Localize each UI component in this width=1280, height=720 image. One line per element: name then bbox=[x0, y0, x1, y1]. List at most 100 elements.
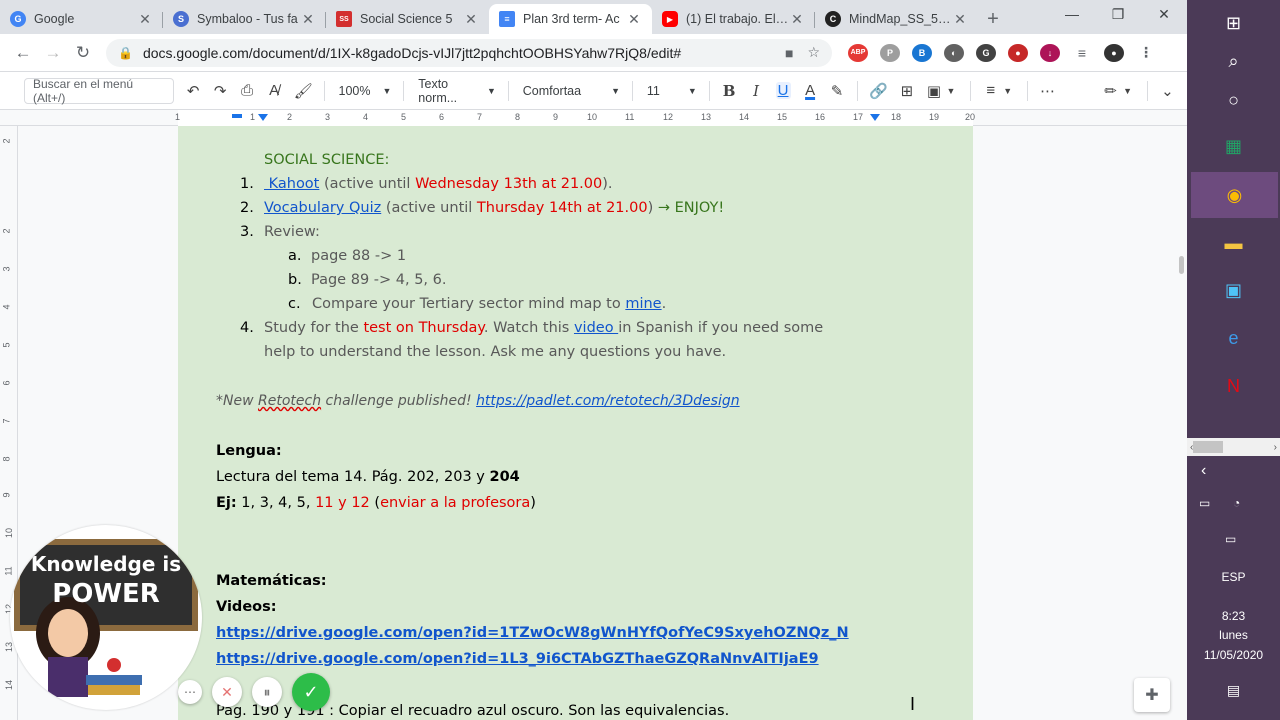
drive-video-link-1[interactable]: https://drive.google.com/open?id=1TZwOcW… bbox=[216, 625, 849, 641]
explore-icon: ✚ bbox=[1145, 687, 1159, 704]
font-select[interactable]: Comfortaa ▼ bbox=[523, 84, 620, 98]
align-icon[interactable]: ≡ bbox=[983, 82, 998, 99]
media-icon[interactable]: ≡ bbox=[1072, 44, 1092, 62]
adblock-icon[interactable]: ABP bbox=[848, 43, 868, 62]
close-icon[interactable]: ✕ bbox=[300, 11, 316, 28]
bold-button[interactable]: B bbox=[722, 82, 737, 100]
align-caret-icon[interactable]: ▼ bbox=[1000, 86, 1015, 96]
print-icon[interactable]: ⎙ bbox=[240, 82, 255, 99]
star-icon[interactable]: ☆ bbox=[807, 44, 820, 61]
link-icon[interactable]: 🔗 bbox=[869, 82, 888, 100]
more-icon[interactable]: ⋯ bbox=[1040, 82, 1055, 100]
edit-mode-caret-icon[interactable]: ▼ bbox=[1120, 86, 1135, 96]
font-size-select[interactable]: 11 ▼ bbox=[647, 84, 697, 98]
reload-icon[interactable]: ↻ bbox=[68, 43, 98, 63]
retotech-note: *New Retotech challenge published! https… bbox=[216, 393, 740, 409]
extension-red-icon[interactable]: ● bbox=[1008, 43, 1028, 62]
undo-icon[interactable]: ↶ bbox=[186, 82, 201, 100]
extension-g-icon[interactable]: G bbox=[976, 43, 996, 62]
menu-icon[interactable]: ⋮ bbox=[1136, 44, 1156, 62]
video-link[interactable]: video bbox=[574, 320, 618, 336]
profile-avatar[interactable]: ● bbox=[1104, 43, 1124, 62]
tray-chevron-icon[interactable]: ‹ bbox=[1187, 462, 1280, 480]
extension-circle-icon[interactable]: ◐ bbox=[944, 43, 964, 62]
collapse-toolbar-icon[interactable]: ⌄ bbox=[1160, 82, 1175, 100]
ruler-tick: 15 bbox=[777, 112, 788, 122]
confirm-button[interactable]: ✓ bbox=[292, 673, 330, 711]
vocabulary-quiz-link[interactable]: Vocabulary Quiz bbox=[264, 200, 381, 216]
menu-search-input[interactable]: Buscar en el menú (Alt+/) bbox=[24, 77, 174, 105]
ruler-right-indent[interactable] bbox=[870, 114, 880, 121]
taskbar-scrollbar[interactable]: ‹ › bbox=[1187, 438, 1280, 456]
more-options-button[interactable]: ⋯ bbox=[178, 680, 202, 704]
task-view-icon[interactable]: ○ bbox=[1187, 77, 1280, 123]
pause-button[interactable]: ⏸ bbox=[252, 677, 282, 707]
wifi-icon[interactable]: ◔ bbox=[1187, 496, 1280, 510]
spellcheck-icon[interactable]: A̸ bbox=[267, 82, 282, 99]
edge-icon[interactable]: e bbox=[1187, 315, 1280, 361]
ruler-left-indent[interactable] bbox=[258, 114, 268, 121]
padlet-link[interactable]: https://padlet.com/retotech/3Ddesign bbox=[476, 393, 740, 409]
back-icon[interactable]: ← bbox=[8, 43, 38, 63]
control-panel-icon[interactable]: ▣ bbox=[1187, 267, 1280, 313]
mine-link[interactable]: mine bbox=[625, 296, 661, 312]
sub-list-item: a. page 88 -> 1 bbox=[288, 248, 407, 264]
chrome-icon[interactable]: ◉ bbox=[1191, 172, 1278, 218]
close-window-icon[interactable]: ✕ bbox=[1141, 0, 1187, 30]
excel-icon[interactable]: ▦ bbox=[1187, 123, 1280, 169]
close-icon[interactable]: ✕ bbox=[137, 11, 153, 28]
new-tab-button[interactable]: + bbox=[978, 4, 1008, 34]
ruler-tick: 13 bbox=[4, 641, 15, 653]
extensions: ABP P B ◐ G ● ↓ ≡ ● ⋮ bbox=[848, 43, 1168, 62]
style-select[interactable]: Texto norm... ▼ bbox=[418, 77, 496, 105]
ruler-tick: 14 bbox=[739, 112, 750, 122]
paint-format-icon[interactable]: 🖌 bbox=[294, 82, 313, 100]
horizontal-ruler: 1 1 2 3 4 5 6 7 8 9 10 11 12 13 14 15 16… bbox=[0, 110, 1187, 126]
tab-mindmap[interactable]: C MindMap_SS_5.1_ ✕ bbox=[815, 4, 978, 34]
pinterest-icon[interactable]: P bbox=[880, 43, 900, 62]
zoom-select[interactable]: 100% ▼ bbox=[339, 84, 392, 98]
keyboard-icon[interactable]: ▭ bbox=[1187, 532, 1280, 546]
extension-b-icon[interactable]: B bbox=[912, 43, 932, 62]
document-scrollbar[interactable] bbox=[1177, 126, 1187, 720]
close-icon[interactable]: ✕ bbox=[626, 11, 642, 28]
highlight-icon[interactable]: ✎ bbox=[830, 82, 845, 100]
close-icon[interactable]: ✕ bbox=[952, 11, 968, 28]
redo-icon[interactable]: ↷ bbox=[213, 82, 228, 100]
url-text: docs.google.com/document/d/1IX-k8gadoDcj… bbox=[142, 44, 682, 61]
tab-google[interactable]: G Google ✕ bbox=[0, 4, 163, 34]
lengua-heading: Lengua: bbox=[216, 443, 282, 459]
ruler-first-line-indent[interactable] bbox=[232, 114, 242, 118]
camera-icon[interactable]: ■ bbox=[785, 45, 793, 61]
kahoot-link[interactable]: Kahoot bbox=[264, 176, 320, 192]
clock-time[interactable]: 8:23 bbox=[1187, 609, 1280, 623]
forward-icon[interactable]: → bbox=[38, 43, 68, 63]
notifications-icon[interactable]: ▤ bbox=[1187, 682, 1280, 699]
tab-youtube[interactable]: ▶ (1) El trabajo. El se ✕ bbox=[652, 4, 815, 34]
ruler-tick: 6 bbox=[1, 380, 12, 386]
tab-symbaloo[interactable]: S Symbaloo - Tus fa ✕ bbox=[163, 4, 326, 34]
minimize-icon[interactable]: — bbox=[1049, 0, 1095, 30]
text-color-button[interactable]: A bbox=[803, 82, 818, 99]
close-icon[interactable]: ✕ bbox=[789, 11, 805, 28]
explore-button[interactable]: ✚ bbox=[1134, 678, 1170, 712]
url-input[interactable]: 🔒 docs.google.com/document/d/1IX-k8gadoD… bbox=[106, 38, 832, 67]
document-page[interactable]: SOCIAL SCIENCE: 1. Kahoot (active until … bbox=[178, 126, 973, 720]
comment-icon[interactable]: ⊞ bbox=[899, 82, 914, 100]
cancel-button[interactable]: ✕ bbox=[212, 677, 242, 707]
underline-button[interactable]: U bbox=[775, 82, 791, 99]
file-explorer-icon[interactable]: ▬ bbox=[1187, 220, 1280, 266]
tab-social-science[interactable]: SS Social Science 5 ✕ bbox=[326, 4, 489, 34]
restore-icon[interactable]: ❐ bbox=[1095, 0, 1141, 30]
google-icon: G bbox=[10, 11, 26, 27]
netflix-icon[interactable]: N bbox=[1187, 363, 1280, 409]
tab-plan-3rd-term[interactable]: ≡ Plan 3rd term- Ac ✕ bbox=[489, 4, 652, 34]
drive-video-link-2[interactable]: https://drive.google.com/open?id=1L3_9i6… bbox=[216, 651, 819, 667]
image-icon[interactable]: ▣ bbox=[926, 82, 941, 100]
close-icon[interactable]: ✕ bbox=[463, 11, 479, 28]
download-icon[interactable]: ↓ bbox=[1040, 43, 1060, 62]
italic-button[interactable]: I bbox=[749, 82, 764, 100]
image-caret-icon[interactable]: ▼ bbox=[943, 86, 958, 96]
edit-mode-icon[interactable]: ✏ bbox=[1103, 82, 1118, 100]
language-indicator[interactable]: ESP bbox=[1187, 570, 1280, 584]
